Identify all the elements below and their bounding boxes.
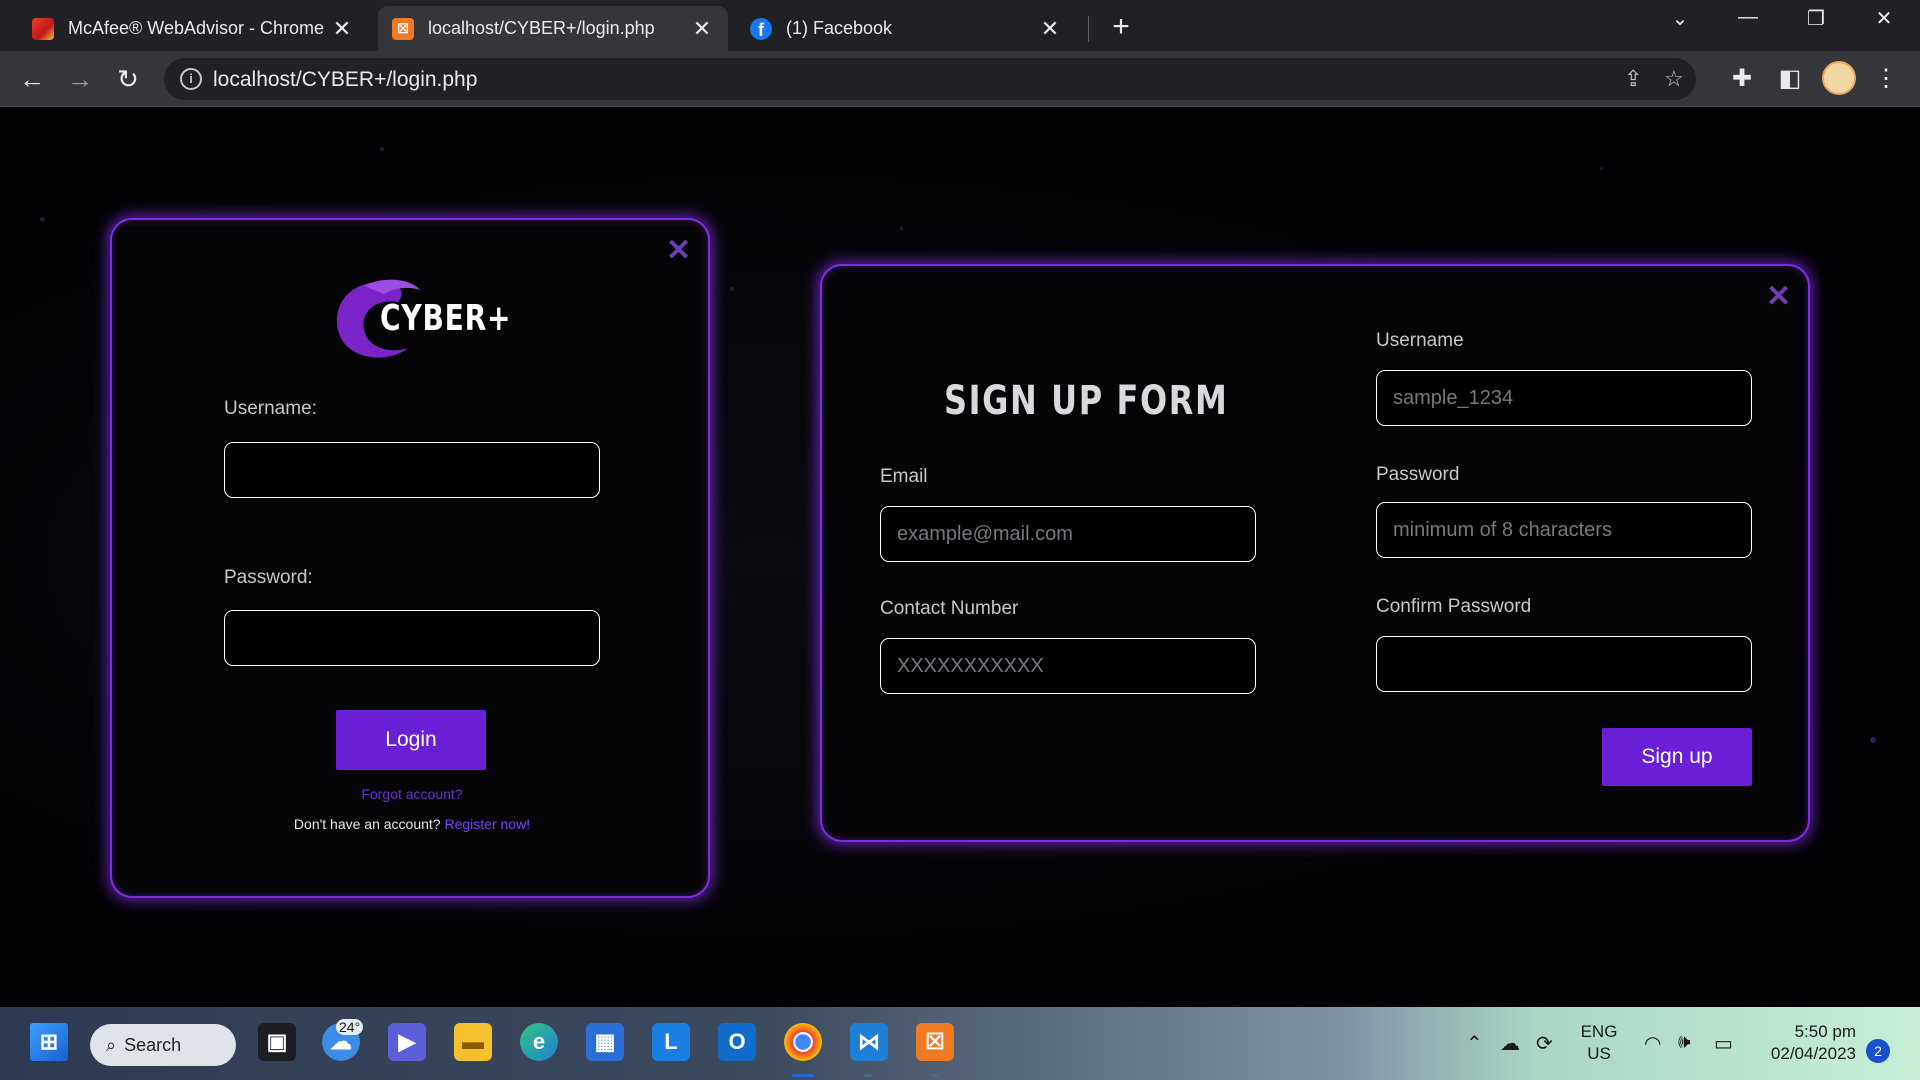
windows-taskbar: ⊞ ⌕ Search ▣ ☁ 24° ▶ ▬ e ▦ L O ⋈ ☒ ⌃ ☁ ⟳… [0, 1007, 1920, 1080]
password-label: Password: [224, 567, 313, 588]
windows-start-icon[interactable]: ⊞ [30, 1023, 68, 1061]
tab-search-chevron-icon[interactable]: ⌄ [1660, 6, 1700, 31]
reload-icon[interactable]: ↻ [110, 61, 146, 97]
edge-browser-icon[interactable]: e [520, 1023, 558, 1061]
confirm-password-input[interactable] [1376, 636, 1752, 692]
login-button[interactable]: Login [336, 710, 486, 770]
tab-separator [1088, 16, 1089, 42]
clock[interactable]: 5:50 pm 02/04/2023 [1756, 1021, 1856, 1065]
signup-password-input[interactable] [1376, 502, 1752, 558]
minimize-icon[interactable]: — [1728, 6, 1768, 29]
signup-close-icon[interactable]: ✕ [1766, 282, 1791, 312]
new-tab-button[interactable]: + [1106, 10, 1136, 44]
menu-kebab-icon[interactable]: ⋮ [1868, 61, 1904, 97]
contact-number-input[interactable] [880, 638, 1256, 694]
side-panel-icon[interactable]: ◧ [1772, 61, 1808, 97]
extensions-puzzle-icon[interactable]: ✚ [1724, 61, 1760, 97]
tab-mcafee[interactable]: McAfee® WebAdvisor - Chrome ✕ [18, 6, 368, 51]
browser-tab-strip: McAfee® WebAdvisor - Chrome ✕ ☒ localhos… [0, 0, 1920, 51]
url-text[interactable]: localhost/CYBER+/login.php [213, 68, 477, 92]
tab-facebook[interactable]: f (1) Facebook ✕ [736, 6, 1076, 51]
input-language[interactable]: ENG US [1574, 1021, 1624, 1065]
share-icon[interactable]: ⇪ [1624, 66, 1642, 92]
clock-date: 02/04/2023 [1770, 1044, 1856, 1063]
register-prompt: Don't have an account? Register now! [112, 816, 712, 832]
chrome-running-indicator [792, 1074, 814, 1077]
letter-l-app-icon[interactable]: L [652, 1023, 690, 1061]
wifi-icon[interactable]: ◠ [1644, 1031, 1661, 1056]
onedrive-cloud-icon[interactable]: ☁ [1500, 1031, 1520, 1056]
microsoft-store-icon[interactable]: ▦ [586, 1023, 624, 1061]
tab-login[interactable]: ☒ localhost/CYBER+/login.php ✕ [378, 6, 728, 51]
search-icon: ⌕ [106, 1034, 117, 1055]
xampp-running-indicator [930, 1074, 938, 1077]
background-dot [1600, 167, 1603, 170]
volume-icon[interactable]: 🕪 [1678, 1031, 1691, 1054]
region-code: US [1587, 1044, 1611, 1063]
email-input[interactable] [880, 506, 1256, 562]
register-now-link[interactable]: Register now! [444, 816, 530, 832]
xampp-favicon-icon: ☒ [392, 17, 414, 40]
vscode-running-indicator [864, 1074, 872, 1077]
background-dot [900, 227, 903, 230]
tab-title: localhost/CYBER+/login.php [428, 18, 655, 38]
site-info-icon[interactable]: i [180, 68, 202, 90]
cyber-plus-logo: CYBER+ [324, 272, 524, 368]
page-background: ✕ CYBER+ Username: Password: Login Forgo… [0, 107, 1920, 1007]
login-close-icon[interactable]: ✕ [666, 236, 691, 266]
login-username-input[interactable] [224, 442, 600, 498]
tab-close-icon[interactable]: ✕ [330, 16, 354, 42]
tab-title: (1) Facebook [786, 18, 893, 38]
username-label: Username: [224, 398, 317, 419]
tab-close-icon[interactable]: ✕ [690, 16, 714, 42]
chrome-icon[interactable] [784, 1023, 822, 1061]
tab-title: McAfee® WebAdvisor - Chrome [68, 18, 325, 38]
no-account-text: Don't have an account? [293, 816, 441, 832]
background-dot [380, 147, 384, 151]
email-label: Email [880, 466, 928, 487]
forward-arrow-icon[interactable]: → [62, 61, 98, 97]
background-dot [40, 217, 45, 222]
teams-chat-icon[interactable]: ▶ [388, 1023, 426, 1061]
outlook-icon[interactable]: O [718, 1023, 756, 1061]
logo-text: CYBER+ [380, 298, 512, 339]
signup-button[interactable]: Sign up [1602, 728, 1752, 786]
taskbar-search-box[interactable]: ⌕ Search [90, 1024, 236, 1066]
sync-icon[interactable]: ⟳ [1536, 1031, 1553, 1056]
contact-number-label: Contact Number [880, 598, 1019, 619]
signup-card: ✕ SIGN UP FORM Email Contact Number User… [820, 264, 1810, 842]
facebook-favicon-icon: f [750, 17, 772, 40]
profile-avatar[interactable] [1822, 61, 1856, 95]
browser-toolbar: ← → ↻ i localhost/CYBER+/login.php ⇪ ☆ ✚… [0, 51, 1920, 107]
address-bar[interactable]: i localhost/CYBER+/login.php ⇪ ☆ [164, 58, 1696, 100]
notification-badge[interactable]: 2 [1866, 1039, 1890, 1063]
close-window-icon[interactable]: ✕ [1864, 6, 1904, 31]
clock-time: 5:50 pm [1794, 1022, 1856, 1041]
signup-username-input[interactable] [1376, 370, 1752, 426]
login-card: ✕ CYBER+ Username: Password: Login Forgo… [110, 218, 710, 898]
forgot-account-link[interactable]: Forgot account? [112, 786, 712, 802]
vscode-icon[interactable]: ⋈ [850, 1023, 888, 1061]
login-password-input[interactable] [224, 610, 600, 666]
background-dot [1870, 737, 1876, 743]
mcafee-favicon-icon [32, 17, 54, 40]
taskbar-search-label: Search [124, 1034, 182, 1055]
signup-password-label: Password [1376, 464, 1460, 485]
xampp-icon[interactable]: ☒ [916, 1023, 954, 1061]
signup-heading: SIGN UP FORM [944, 378, 1229, 424]
signup-username-label: Username [1376, 330, 1464, 351]
language-code: ENG [1580, 1022, 1618, 1041]
restore-icon[interactable]: ❐ [1796, 6, 1836, 31]
tray-chevron-icon[interactable]: ⌃ [1466, 1031, 1483, 1056]
bookmark-star-icon[interactable]: ☆ [1664, 66, 1684, 92]
confirm-password-label: Confirm Password [1376, 596, 1532, 617]
background-dot [730, 287, 734, 291]
back-arrow-icon[interactable]: ← [14, 61, 50, 97]
file-explorer-icon[interactable]: ▬ [454, 1023, 492, 1061]
task-view-icon[interactable]: ▣ [258, 1023, 296, 1061]
battery-icon[interactable]: ▭ [1714, 1031, 1733, 1056]
tab-close-icon[interactable]: ✕ [1038, 16, 1062, 42]
weather-temperature: 24° [336, 1019, 364, 1035]
